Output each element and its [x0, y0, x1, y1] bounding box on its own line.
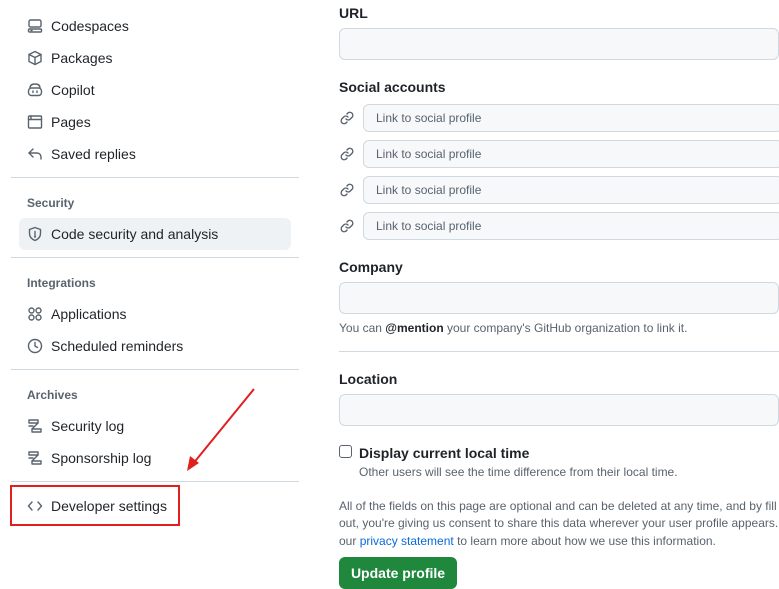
- company-note: You can @mention your company's GitHub o…: [339, 321, 687, 335]
- social-account-row: [339, 140, 779, 168]
- sidebar-item-packages[interactable]: Packages: [19, 42, 291, 74]
- reply-icon: [27, 146, 43, 162]
- location-label: Location: [339, 371, 398, 387]
- annotation-highlight-box: [10, 485, 180, 526]
- social-profile-input[interactable]: [363, 176, 779, 204]
- shield-icon: [27, 226, 43, 242]
- browser-icon: [27, 114, 43, 130]
- social-profile-input[interactable]: [363, 104, 779, 132]
- sidebar-item-label: Pages: [51, 114, 91, 130]
- sidebar-item-security-log[interactable]: Security log: [19, 410, 291, 442]
- package-icon: [27, 50, 43, 66]
- link-icon: [339, 110, 355, 126]
- privacy-statement-link[interactable]: privacy statement: [360, 534, 454, 548]
- sidebar-item-sponsorship-log[interactable]: Sponsorship log: [19, 442, 291, 474]
- optional-fields-line1: All of the fields on this page are optio…: [339, 499, 777, 513]
- copilot-icon: [27, 82, 43, 98]
- sidebar-item-applications[interactable]: Applications: [19, 298, 291, 330]
- sidebar-item-label: Saved replies: [51, 146, 136, 162]
- sidebar-divider: [11, 177, 299, 178]
- form-divider: [339, 351, 779, 352]
- optional-fields-line3: our privacy statement to learn more abou…: [339, 534, 779, 548]
- social-account-row: [339, 104, 779, 132]
- social-profile-input[interactable]: [363, 140, 779, 168]
- optional-fields-line2: out, you're giving us consent to share t…: [339, 516, 779, 530]
- clock-icon: [27, 338, 43, 354]
- update-profile-button[interactable]: Update profile: [339, 557, 457, 589]
- settings-sidebar: Codespaces Packages Copilot Pages Saved …: [0, 0, 310, 579]
- social-account-row: [339, 176, 779, 204]
- sidebar-item-label: Applications: [51, 306, 127, 322]
- sidebar-divider: [11, 369, 299, 370]
- social-profile-input[interactable]: [363, 212, 779, 240]
- sidebar-item-label: Security log: [51, 418, 125, 434]
- section-title-integrations: Integrations: [27, 276, 96, 290]
- sidebar-item-label: Copilot: [51, 82, 95, 98]
- sidebar-item-label: Codespaces: [51, 18, 129, 34]
- link-icon: [339, 218, 355, 234]
- sidebar-item-pages[interactable]: Pages: [19, 106, 291, 138]
- sidebar-item-label: Packages: [51, 50, 113, 66]
- log-icon: [27, 450, 43, 466]
- log-icon: [27, 418, 43, 434]
- apps-icon: [27, 306, 43, 322]
- company-label: Company: [339, 259, 403, 275]
- company-note-mention: @mention: [385, 321, 444, 335]
- sidebar-item-label: Sponsorship log: [51, 450, 152, 466]
- link-icon: [339, 182, 355, 198]
- optional-line3-suffix: to learn more about how we use this info…: [457, 534, 716, 548]
- sidebar-item-label: Code security and analysis: [51, 226, 219, 242]
- sidebar-item-code-security[interactable]: Code security and analysis: [19, 218, 291, 250]
- sidebar-item-label: Scheduled reminders: [51, 338, 184, 354]
- local-time-checkbox[interactable]: [339, 445, 352, 458]
- local-time-note: Other users will see the time difference…: [359, 465, 678, 479]
- link-icon: [339, 146, 355, 162]
- sidebar-item-saved-replies[interactable]: Saved replies: [19, 138, 291, 170]
- sidebar-divider: [11, 257, 299, 258]
- company-note-prefix: You can: [339, 321, 382, 335]
- section-title-security: Security: [27, 196, 75, 210]
- url-label: URL: [339, 5, 368, 21]
- optional-line3-prefix: our: [339, 534, 357, 548]
- sidebar-item-copilot[interactable]: Copilot: [19, 74, 291, 106]
- company-input[interactable]: [339, 282, 779, 314]
- social-accounts-label: Social accounts: [339, 79, 446, 95]
- sidebar-item-codespaces[interactable]: Codespaces: [19, 10, 291, 42]
- sidebar-divider: [11, 481, 299, 482]
- url-input[interactable]: [339, 28, 779, 60]
- sidebar-item-scheduled-reminders[interactable]: Scheduled reminders: [19, 330, 291, 362]
- local-time-label[interactable]: Display current local time: [359, 445, 529, 461]
- location-input[interactable]: [339, 394, 779, 426]
- social-account-row: [339, 212, 779, 240]
- codespaces-icon: [27, 18, 43, 34]
- company-note-suffix: your company's GitHub organization to li…: [447, 321, 688, 335]
- section-title-archives: Archives: [27, 388, 78, 402]
